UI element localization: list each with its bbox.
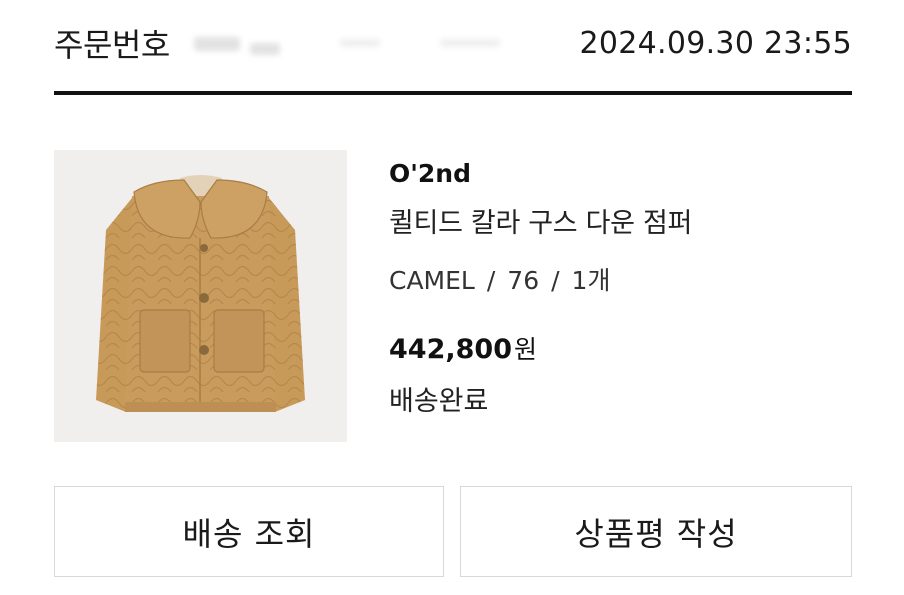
order-id-group: 주문번호 (54, 20, 530, 66)
header-divider (54, 91, 852, 95)
product-image[interactable] (54, 150, 347, 442)
product-name[interactable]: 퀼티드 칼라 구스 다운 점퍼 (389, 204, 849, 244)
option-size: 76 (507, 266, 540, 295)
order-number-label: 주문번호 (54, 26, 170, 64)
order-header: 주문번호 2024.09.30 23:55 (54, 18, 852, 68)
price-unit: 원 (513, 335, 537, 364)
price-value: 442,800 (389, 334, 512, 365)
track-delivery-button[interactable]: 배송 조회 (54, 486, 444, 577)
product-options: CAMEL / 76 / 1개 (389, 262, 849, 300)
product-price: 442,800 원 (389, 330, 849, 370)
option-separator: / (486, 266, 496, 295)
order-number-redacted (190, 25, 530, 61)
order-detail-page: 주문번호 2024.09.30 23:55 O'2nd 퀼티드 칼라 구스 다운… (0, 0, 904, 595)
option-separator: / (551, 266, 560, 295)
option-quantity: 1개 (571, 266, 611, 295)
write-review-button[interactable]: 상품평 작성 (460, 486, 852, 577)
product-info: O'2nd 퀼티드 칼라 구스 다운 점퍼 CAMEL / 76 / 1개 44… (389, 156, 849, 422)
camel-quilted-jacket-image (96, 175, 305, 412)
delivery-status: 배송완료 (389, 386, 489, 417)
order-date: 2024.09.30 23:55 (579, 25, 852, 61)
option-color: CAMEL (389, 266, 475, 295)
product-brand[interactable]: O'2nd (389, 156, 849, 192)
